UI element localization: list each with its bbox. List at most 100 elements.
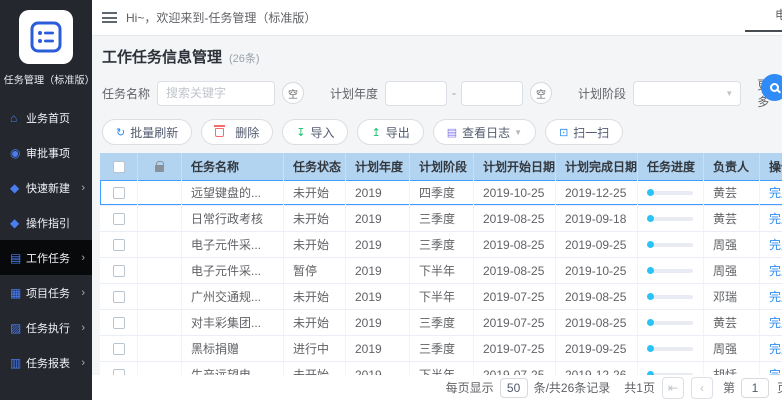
pagination-bar: 每页显示 50 条/共26条记录 共1页 ⇤ ‹ 第 1 页 <box>92 375 782 400</box>
sidebar-item-icon: ▨ <box>10 321 26 335</box>
start-date-cell: 2019-08-25 <box>474 206 556 231</box>
checklist-logo-icon <box>29 20 63 54</box>
filter-bar: 任务名称 空 计划年度 - 空 计划阶段 ▼ 更多 ▼ <box>92 76 782 110</box>
complete-action-link[interactable]: 完成 <box>769 184 782 201</box>
row-checkbox[interactable] <box>113 291 125 303</box>
owner-cell: 黄芸 <box>704 180 760 205</box>
chevron-right-icon: › <box>81 182 85 194</box>
col-header-start-date: 计划开始日期 <box>474 153 556 180</box>
complete-action-link[interactable]: 完成 <box>769 236 782 253</box>
sidebar-item[interactable]: ◉ 审批事项 › <box>0 135 92 170</box>
select-all-checkbox[interactable] <box>113 161 125 173</box>
complete-action-link[interactable]: 完成 <box>769 340 782 357</box>
tab-pc-client[interactable]: 电脑端任务 <box>745 6 782 32</box>
end-date-cell: 2019-10-25 <box>556 258 638 283</box>
start-date-cell: 2019-07-25 <box>474 310 556 335</box>
task-status-cell: 未开始 <box>284 180 346 205</box>
per-page-input[interactable]: 50 <box>500 378 528 398</box>
sidebar-item[interactable]: ▥ 任务报表 › <box>0 345 92 380</box>
toolbar-button[interactable]: ↻ 批量刷新 ▼ <box>102 119 192 145</box>
start-date-cell: 2019-07-25 <box>474 284 556 309</box>
progress-cell <box>638 310 704 335</box>
toolbar-button[interactable]: ▤ 查看日志 ▼ <box>433 119 536 145</box>
plan-year-label: 计划年度 <box>330 85 378 102</box>
records-label: 条/共26条记录 <box>534 379 611 396</box>
current-page-input[interactable]: 1 <box>741 378 769 398</box>
search-button[interactable] <box>761 74 782 101</box>
sidebar-menu: ⌂ 业务首页 › ◉ 审批事项 › ◆ 快速新建 › ◆ <box>0 100 92 380</box>
table-row[interactable]: 黑标捐赠 进行中 2019 三季度 2019-07-25 2019-09-25 … <box>100 336 782 362</box>
end-date-cell: 2019-08-25 <box>556 310 638 335</box>
plan-year-to-input[interactable] <box>461 81 523 106</box>
row-checkbox[interactable] <box>113 239 125 251</box>
progress-cell <box>638 232 704 257</box>
toolbar-button[interactable]: 删除 ▼ <box>201 119 273 145</box>
sidebar-item-label: 任务执行 <box>26 320 81 336</box>
plan-year-cell: 2019 <box>346 336 410 361</box>
progress-track <box>647 321 693 325</box>
table-row[interactable]: 远望键盘的... 未开始 2019 四季度 2019-10-25 2019-12… <box>100 180 782 206</box>
owner-cell: 黄芸 <box>704 310 760 335</box>
owner-cell: 邓瑞 <box>704 284 760 309</box>
chevron-down-icon: ▼ <box>514 128 522 137</box>
sidebar-item[interactable]: ▨ 任务执行 › <box>0 310 92 345</box>
plan-stage-select[interactable]: ▼ <box>633 81 741 106</box>
prev-page-button[interactable]: ‹ <box>691 377 713 399</box>
task-name-cell: 远望键盘的... <box>182 180 284 205</box>
start-date-cell: 2019-08-25 <box>474 232 556 257</box>
plan-year-cell: 2019 <box>346 310 410 335</box>
prev-page-icon: ‹ <box>700 381 704 395</box>
sidebar-item-label: 业务首页 <box>26 110 81 126</box>
sidebar-item[interactable]: ▦ 项目任务 › <box>0 275 92 310</box>
sidebar-item-label: 项目任务 <box>26 285 81 301</box>
task-name-cell: 对丰彩集团... <box>182 310 284 335</box>
complete-action-link[interactable]: 完成 <box>769 288 782 305</box>
table-row[interactable]: 日常行政考核 未开始 2019 三季度 2019-08-25 2019-09-1… <box>100 206 782 232</box>
table-row[interactable]: 电子元件采... 未开始 2019 三季度 2019-08-25 2019-09… <box>100 232 782 258</box>
progress-cell <box>638 284 704 309</box>
sidebar-item[interactable]: ◆ 快速新建 › <box>0 170 92 205</box>
row-lock-cell <box>138 336 182 361</box>
row-checkbox[interactable] <box>113 343 125 355</box>
complete-action-link[interactable]: 完成 <box>769 210 782 227</box>
sidebar-item-label: 工作任务 <box>26 250 81 266</box>
toolbar-button[interactable]: ↧ 导入 ▼ <box>282 119 348 145</box>
lock-icon <box>155 165 164 172</box>
col-header-end-date: 计划完成日期 <box>556 153 638 180</box>
hamburger-icon[interactable] <box>102 12 117 23</box>
progress-track <box>647 269 693 273</box>
task-status-cell: 未开始 <box>284 284 346 309</box>
toolbar-button-icon: ↧ <box>296 126 305 139</box>
task-name-cell: 电子元件采... <box>182 258 284 283</box>
main-content: 工作任务信息管理 (26条) 任务名称 空 计划年度 - 空 计划阶段 ▼ 更多… <box>92 36 782 400</box>
sidebar-item[interactable]: ▤ 工作任务 › <box>0 240 92 275</box>
clear-task-name-button[interactable]: 空 <box>282 82 304 104</box>
topbar: Hi~，欢迎来到-任务管理（标准版） 电脑端任务 <box>92 0 782 36</box>
sidebar-item-icon: ◆ <box>10 216 26 230</box>
row-lock-cell <box>138 258 182 283</box>
sidebar-item-icon: ▦ <box>10 286 26 300</box>
toolbar-button-label: 导入 <box>310 124 334 141</box>
row-checkbox[interactable] <box>113 317 125 329</box>
row-checkbox[interactable] <box>113 265 125 277</box>
table-row[interactable]: 电子元件采... 暂停 2019 下半年 2019-08-25 2019-10-… <box>100 258 782 284</box>
complete-action-link[interactable]: 完成 <box>769 314 782 331</box>
col-header-progress: 任务进度 <box>638 153 704 180</box>
table-row[interactable]: 广州交通规... 未开始 2019 下半年 2019-07-25 2019-08… <box>100 284 782 310</box>
toolbar-button[interactable]: ↥ 导出 ▼ <box>357 119 423 145</box>
first-page-button[interactable]: ⇤ <box>662 377 684 399</box>
table-header-row: 任务名称 任务状态 计划年度 计划阶段 计划开始日期 计划完成日期 任务进度 负… <box>100 153 782 180</box>
plan-stage-cell: 三季度 <box>410 232 474 257</box>
sidebar-item-icon: ▤ <box>10 251 26 265</box>
sidebar-item[interactable]: ⌂ 业务首页 › <box>0 100 92 135</box>
clear-plan-year-button[interactable]: 空 <box>530 82 552 104</box>
row-lock-cell <box>138 284 182 309</box>
sidebar-item[interactable]: ◆ 操作指引 › <box>0 205 92 240</box>
complete-action-link[interactable]: 完成 <box>769 262 782 279</box>
row-checkbox[interactable] <box>113 187 125 199</box>
row-checkbox[interactable] <box>113 213 125 225</box>
table-row[interactable]: 对丰彩集团... 未开始 2019 三季度 2019-07-25 2019-08… <box>100 310 782 336</box>
plan-year-from-input[interactable] <box>385 81 447 106</box>
task-name-input[interactable] <box>157 81 275 106</box>
toolbar-button[interactable]: ⊡ 扫一扫 ▼ <box>545 119 623 145</box>
